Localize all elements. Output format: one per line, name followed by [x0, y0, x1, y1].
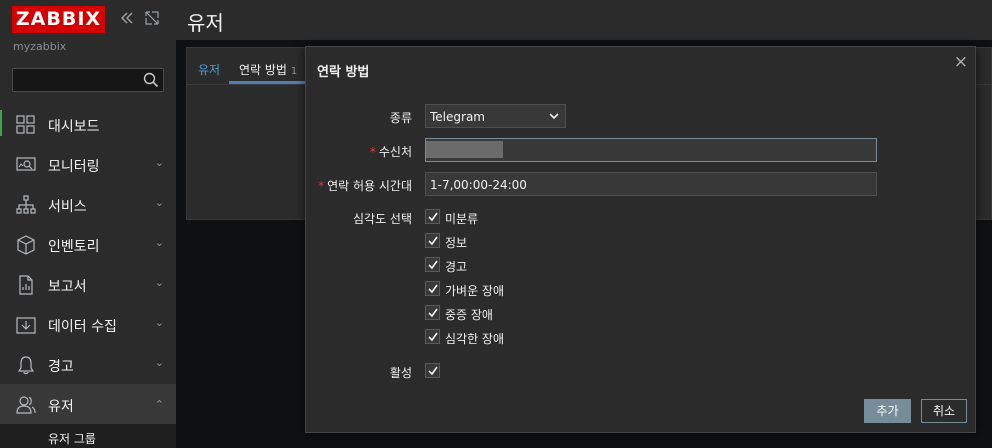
active-label: 활성 [389, 366, 412, 380]
chevron-down-icon: ⌄ [154, 316, 164, 329]
required-asterisk: * [318, 179, 325, 193]
page-title: 유저 [187, 11, 224, 35]
sidebar-item-users[interactable]: 유저 ⌃ [0, 384, 176, 424]
severity-label: 심각도 선택 [352, 212, 412, 226]
chevron-up-icon: ⌃ [154, 398, 164, 411]
checkmark-icon [428, 260, 438, 270]
sidebar-item-label: 대시보드 [48, 119, 100, 135]
chevron-down-icon [549, 113, 559, 120]
sendto-label: * 수신처 [370, 143, 412, 160]
tab-user[interactable]: 유저 [198, 61, 220, 78]
services-icon [16, 195, 36, 214]
checkmark-icon [428, 366, 438, 376]
checkmark-icon [428, 212, 438, 222]
sidebar: ZABBIX myzabbix 대시보드 모니터링 ⌄ 서비스 ⌄ 인벤토리 ⌄… [0, 0, 176, 448]
checkmark-icon [428, 308, 438, 318]
severity-label-not-classified: 미분류 [445, 212, 479, 226]
sidebar-subitem-label: 유저 그룹 [48, 432, 96, 446]
tab-media-count: 1 [290, 66, 298, 77]
sidebar-item-monitoring[interactable]: 모니터링 ⌄ [0, 144, 176, 184]
sidebar-item-dashboard[interactable]: 대시보드 [0, 104, 176, 144]
severity-label-average: 가벼운 장애 [445, 284, 505, 298]
checkmark-icon [428, 284, 438, 294]
status-mark [0, 110, 2, 136]
severity-label-high: 중증 장애 [445, 308, 493, 322]
dialog-title: 연락 방법 [317, 65, 370, 80]
search-icon[interactable] [143, 72, 159, 88]
sidebar-item-label: 모니터링 [48, 159, 100, 175]
sidebar-item-services[interactable]: 서비스 ⌄ [0, 184, 176, 224]
sidebar-item-label: 경고 [48, 359, 74, 375]
reports-icon [19, 275, 33, 295]
tab-media-label: 연락 방법 [239, 63, 287, 77]
severity-checkbox-information[interactable] [425, 233, 440, 248]
sendto-input[interactable] [425, 138, 877, 162]
chevron-down-icon: ⌄ [154, 196, 164, 209]
kiosk-mode-icon[interactable] [145, 11, 159, 28]
severity-label-warning: 경고 [445, 260, 468, 274]
chevron-down-icon: ⌄ [154, 156, 164, 169]
data-collection-icon [16, 317, 36, 334]
chevron-down-icon: ⌄ [154, 356, 164, 369]
sidebar-subitem-user-groups[interactable]: 유저 그룹 [0, 424, 176, 448]
sidebar-item-reports[interactable]: 보고서 ⌄ [0, 264, 176, 304]
sidebar-search-input[interactable] [12, 68, 164, 92]
add-button[interactable]: 추가 [864, 399, 911, 423]
sidebar-item-label: 유저 [48, 399, 74, 415]
redacted-value [426, 141, 503, 158]
close-icon[interactable]: × [954, 52, 968, 72]
chevron-down-icon: ⌄ [154, 236, 164, 249]
users-icon [16, 396, 36, 414]
media-dialog: 연락 방법 × 종류 Telegram * 수신처 * 연락 허용 시간대 1-7,… [305, 46, 976, 433]
period-label: * 연락 허용 시간대 [318, 177, 412, 194]
sidebar-item-data-collection[interactable]: 데이터 수집 ⌄ [0, 304, 176, 344]
chevron-down-icon: ⌄ [154, 276, 164, 289]
type-label: 종류 [389, 111, 412, 125]
zabbix-logo[interactable]: ZABBIX [12, 6, 105, 33]
sidebar-item-alerts[interactable]: 경고 ⌄ [0, 344, 176, 384]
required-asterisk: * [369, 145, 376, 159]
sidebar-item-label: 인벤토리 [48, 239, 100, 255]
period-input[interactable]: 1-7,00:00-24:00 [425, 172, 877, 196]
tab-media[interactable]: 연락 방법 1 [239, 61, 297, 78]
sidebar-item-inventory[interactable]: 인벤토리 ⌄ [0, 224, 176, 264]
sidebar-item-label: 보고서 [48, 279, 87, 295]
collapse-sidebar-icon[interactable] [120, 11, 134, 28]
bell-icon [17, 356, 35, 375]
severity-checkbox-disaster[interactable] [425, 329, 440, 344]
monitoring-icon [16, 157, 36, 171]
page-header: 유저 [176, 0, 992, 40]
sidebar-item-label: 데이터 수집 [48, 319, 117, 335]
severity-checkbox-not-classified[interactable] [425, 209, 440, 224]
sendto-label-text: 수신처 [378, 145, 412, 159]
period-value: 1-7,00:00-24:00 [430, 178, 527, 192]
dashboard-icon [16, 115, 35, 134]
media-type-value: Telegram [430, 110, 485, 124]
severity-label-disaster: 심각한 장애 [445, 332, 505, 346]
checkmark-icon [428, 236, 438, 246]
server-name: myzabbix [13, 40, 67, 53]
severity-checkbox-average[interactable] [425, 281, 440, 296]
media-type-select[interactable]: Telegram [425, 104, 566, 128]
severity-label-information: 정보 [445, 236, 468, 250]
cancel-button[interactable]: 취소 [921, 399, 967, 423]
severity-checkbox-high[interactable] [425, 305, 440, 320]
severity-checkbox-warning[interactable] [425, 257, 440, 272]
sidebar-item-label: 서비스 [48, 199, 87, 215]
inventory-icon [17, 235, 35, 255]
checkmark-icon [428, 332, 438, 342]
period-label-text: 연락 허용 시간대 [327, 179, 412, 193]
active-checkbox[interactable] [425, 363, 440, 378]
